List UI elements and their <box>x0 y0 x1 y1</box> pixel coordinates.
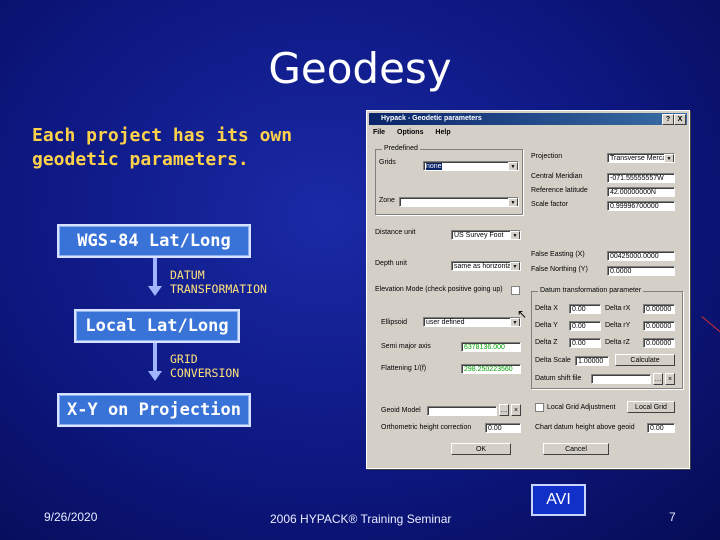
intro-text: Each project has its own geodetic parame… <box>32 125 293 170</box>
arrow-head-1 <box>148 286 162 296</box>
calculate-button[interactable]: Calculate <box>615 354 675 366</box>
orthometric-input[interactable]: 0.00 <box>485 423 521 433</box>
arrow-line-1 <box>153 258 157 286</box>
local-grid-checkbox[interactable] <box>535 403 544 412</box>
avi-button[interactable]: AVI <box>531 484 586 516</box>
elevation-mode-label: Elevation Mode (check positive going up) <box>375 286 503 293</box>
chevron-down-icon: ▼ <box>508 162 518 170</box>
rot-z-label: Delta rZ <box>605 339 630 346</box>
chart-datum-input[interactable]: 0.00 <box>647 423 675 433</box>
help-button[interactable]: ? <box>662 114 674 125</box>
xy-projection-box: X-Y on Projection <box>57 393 251 427</box>
projection-select[interactable]: Transverse Mercator ▼ <box>607 153 675 163</box>
delta-scale-input[interactable]: 1.00000 <box>575 356 609 366</box>
zone-select[interactable]: ▼ <box>399 197 519 207</box>
delta-y-input[interactable]: 0.00 <box>569 321 601 331</box>
rot-x-label: Delta rX <box>605 305 631 312</box>
mouse-cursor-icon: ↖ <box>517 307 528 321</box>
delta-x-label: Delta X <box>535 305 558 312</box>
datum-shift-clear-button[interactable]: × <box>665 373 675 385</box>
ellipsoid-select[interactable]: user defined ▼ <box>423 317 521 327</box>
elevation-mode-checkbox[interactable] <box>511 286 520 295</box>
arrow-head-2 <box>148 371 162 381</box>
distance-unit-select[interactable]: US Survey Foot ▼ <box>451 230 521 240</box>
delta-z-input[interactable]: 0.00 <box>569 338 601 348</box>
scale-factor-label: Scale factor <box>531 201 568 208</box>
geoid-model-label: Geoid Model <box>381 407 421 414</box>
depth-unit-select[interactable]: same as horizontal ▼ <box>451 261 521 271</box>
grids-select[interactable]: none ▼ <box>423 161 519 171</box>
flattening-input[interactable]: 298.250223560 <box>461 364 521 374</box>
footer-seminar: 2006 HYPACK® Training Seminar <box>270 512 452 526</box>
menu-file[interactable]: File <box>373 129 385 136</box>
chart-datum-label: Chart datum height above geoid <box>535 424 635 431</box>
datum-label: DATUM TRANSFORMATION <box>170 268 267 296</box>
chevron-down-icon: ▼ <box>508 198 518 206</box>
delta-scale-label: Delta Scale <box>535 357 571 364</box>
dialog-title: Hypack - Geodetic parameters <box>381 115 482 122</box>
datum-shift-label: Datum shift file <box>535 375 582 382</box>
delta-x-input[interactable]: 0.00 <box>569 304 601 314</box>
local-latlong-box: Local Lat/Long <box>74 309 240 343</box>
close-button[interactable]: X <box>674 114 686 125</box>
flattening-label: Flattening 1/(f) <box>381 365 427 372</box>
menu-bar: File Options Help <box>373 129 461 136</box>
local-grid-label: Local Grid Adjustment <box>547 404 616 411</box>
arrow-line-2 <box>153 343 157 371</box>
delta-z-label: Delta Z <box>535 339 558 346</box>
slide-title: Geodesy <box>268 44 452 93</box>
zone-label: Zone <box>379 197 395 204</box>
central-meridian-input[interactable]: -071.55555557W <box>607 173 675 183</box>
geoid-clear-button[interactable]: × <box>511 404 521 416</box>
wgs84-box: WGS-84 Lat/Long <box>57 224 251 258</box>
false-northing-label: False Northing (Y) <box>531 266 588 273</box>
grids-label: Grids <box>379 159 396 166</box>
datum-shift-browse-button[interactable]: … <box>653 373 663 385</box>
false-easting-label: False Easting (X) <box>531 251 585 258</box>
dialog-titlebar: Hypack - Geodetic parameters ? X <box>369 113 687 125</box>
rot-y-input[interactable]: 0.00000 <box>643 321 675 331</box>
geodetic-parameters-dialog: Hypack - Geodetic parameters ? X File Op… <box>366 110 690 469</box>
distance-unit-label: Distance unit <box>375 229 416 236</box>
depth-unit-label: Depth unit <box>375 260 407 267</box>
local-grid-button[interactable]: Local Grid <box>627 401 675 413</box>
rot-z-input[interactable]: 0.00000 <box>643 338 675 348</box>
scale-factor-input[interactable]: 0.99996700000 <box>607 201 675 211</box>
geoid-browse-button[interactable]: … <box>499 404 509 416</box>
reference-latitude-input[interactable]: 42.00000000N <box>607 187 675 197</box>
semimajor-label: Semi major axis <box>381 343 431 350</box>
ellipsoid-label: Ellipsoid <box>381 319 408 326</box>
semimajor-input[interactable]: 6378136.000 <box>461 342 521 352</box>
orthometric-label: Orthometric height correction <box>381 424 472 431</box>
ok-button[interactable]: OK <box>451 443 511 455</box>
rot-y-label: Delta rY <box>605 322 631 329</box>
cancel-button[interactable]: Cancel <box>543 443 609 455</box>
grid-label: GRID CONVERSION <box>170 352 240 380</box>
footer-page-number: 7 <box>669 510 676 524</box>
delta-y-label: Delta Y <box>535 322 558 329</box>
projection-label: Projection <box>531 153 563 160</box>
menu-help[interactable]: Help <box>435 129 450 136</box>
footer-date: 9/26/2020 <box>44 510 98 524</box>
reference-latitude-label: Reference latitude <box>531 187 588 194</box>
datum-shift-input[interactable] <box>591 374 651 384</box>
central-meridian-label: Central Meridian <box>531 173 583 180</box>
false-northing-input[interactable]: 0.0000 <box>607 266 675 276</box>
geoid-model-input[interactable] <box>427 406 497 416</box>
rot-x-input[interactable]: 0.00000 <box>643 304 675 314</box>
menu-options[interactable]: Options <box>397 129 423 136</box>
chevron-down-icon: ▼ <box>510 231 520 239</box>
chevron-down-icon: ▼ <box>664 154 674 162</box>
chevron-down-icon: ▼ <box>510 262 520 270</box>
decorative-line <box>701 316 720 337</box>
false-easting-input[interactable]: 00425000.0000 <box>607 251 675 261</box>
